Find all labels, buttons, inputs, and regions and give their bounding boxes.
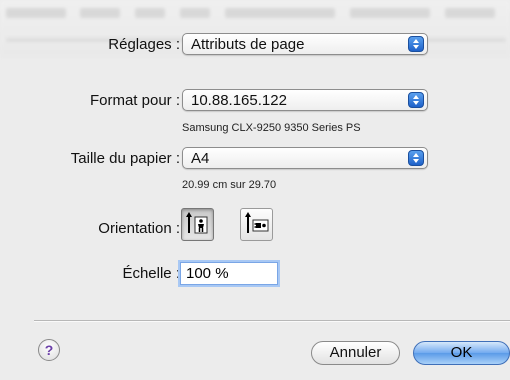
settings-value: Attributs de page <box>191 36 305 53</box>
help-button[interactable]: ? <box>38 339 60 361</box>
format-for-label: Format pour : <box>89 92 180 109</box>
orientation-label: Orientation : <box>98 220 180 237</box>
portrait-orientation-button[interactable] <box>181 208 214 241</box>
printer-name: Samsung CLX-9250 9350 Series PS <box>182 122 361 134</box>
format-for-popup[interactable]: 10.88.165.122 <box>182 89 428 111</box>
settings-label: Réglages : <box>108 36 180 53</box>
paper-size-popup[interactable]: A4 <box>182 147 428 169</box>
popup-arrows-icon <box>408 150 424 166</box>
popup-arrows-icon <box>408 36 424 52</box>
scale-input[interactable] <box>180 262 278 285</box>
popup-arrows-icon <box>408 92 424 108</box>
format-for-value: 10.88.165.122 <box>191 92 287 109</box>
portrait-icon <box>186 212 208 234</box>
page-setup-dialog: Réglages : Attributs de page Format pour… <box>0 0 510 380</box>
paper-size-label: Taille du papier : <box>70 150 180 167</box>
cancel-button[interactable]: Annuler <box>311 341 400 365</box>
paper-size-value: A4 <box>191 150 210 167</box>
settings-popup[interactable]: Attributs de page <box>182 33 428 55</box>
scale-label: Échelle : <box>122 265 180 282</box>
paper-dimensions: 20.99 cm sur 29.70 <box>182 179 277 191</box>
ok-button[interactable]: OK <box>413 341 510 365</box>
landscape-icon <box>245 212 269 233</box>
landscape-orientation-button[interactable] <box>240 208 273 241</box>
separator <box>34 320 510 322</box>
